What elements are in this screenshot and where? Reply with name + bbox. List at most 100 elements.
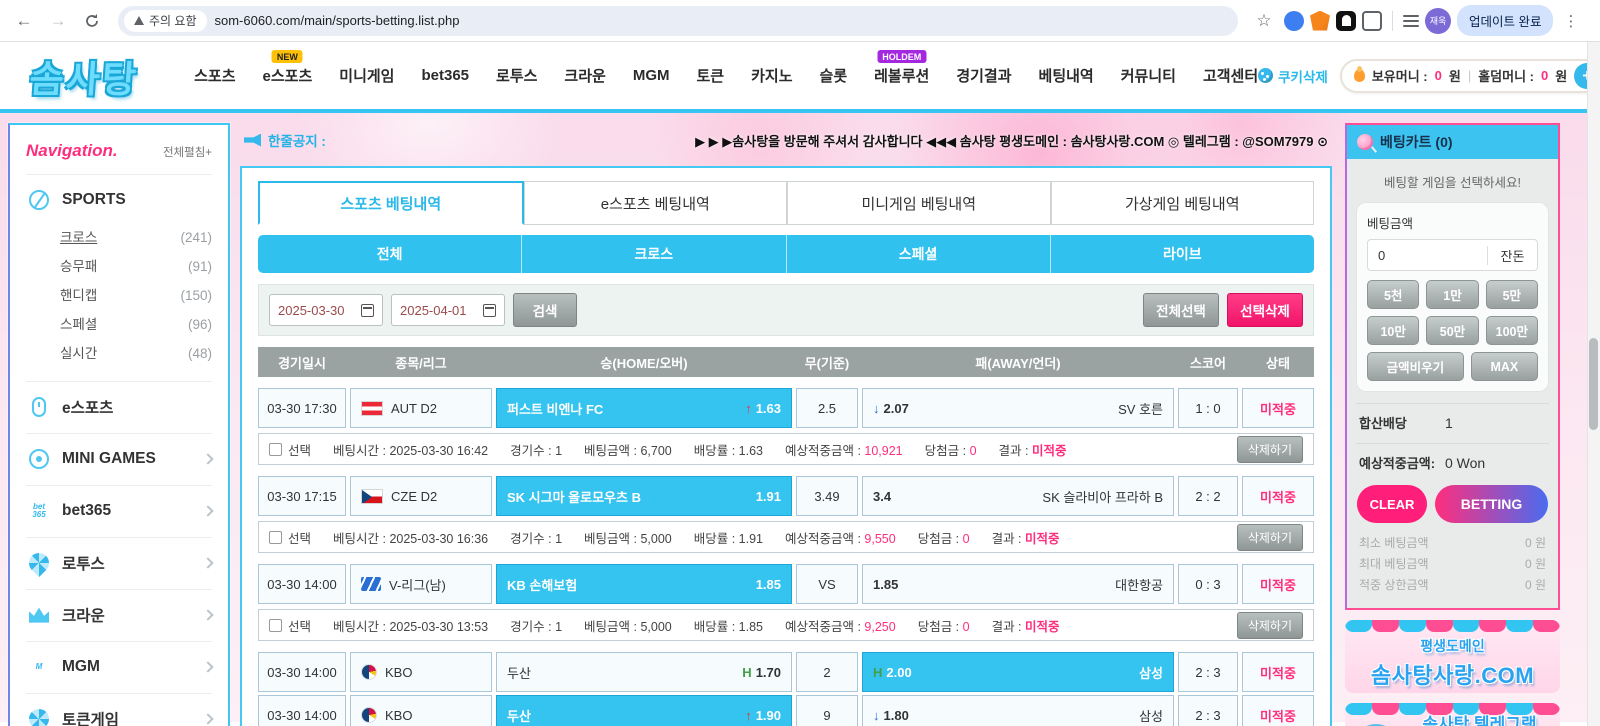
menu-item-e스포츠[interactable]: e스포츠NEW [263,65,313,86]
subtab-크로스[interactable]: 크로스 [521,235,785,273]
subtab-라이브[interactable]: 라이브 [1050,235,1314,273]
delete-bet-button[interactable]: 삭제하기 [1237,436,1303,463]
amount-button-50만[interactable]: 50만 [1426,316,1478,345]
menu-item-스포츠[interactable]: 스포츠 [194,65,235,86]
menu-item-레볼루션[interactable]: 레볼루션HOLDEM [874,65,929,86]
scrollbar-thumb[interactable] [1589,338,1598,430]
betting-button[interactable]: BETTING [1435,485,1548,523]
menu-item-미니게임[interactable]: 미니게임 [339,65,394,86]
away-odds-cell[interactable]: H2.00삼성 [862,652,1174,692]
extensions-puzzle-icon[interactable] [1362,11,1382,31]
bet-amount-input[interactable]: 0 잔돈 [1367,239,1538,271]
home-odds-cell[interactable]: SK 시그마 올로모우츠 B1.91 [496,476,792,516]
amount-button-5만[interactable]: 5만 [1486,280,1538,309]
menu-item-경기결과[interactable]: 경기결과 [956,65,1011,86]
sidebar-subitem-핸디캡[interactable]: 핸디캡(150) [60,281,212,310]
sidebar-subitem-스페셜[interactable]: 스페셜(96) [60,310,212,339]
sidebar-item-MINI GAMES[interactable]: MINI GAMES [26,446,212,472]
away-odds-cell[interactable]: ↓1.80삼성 [862,695,1174,726]
select-checkbox[interactable]: 선택 [269,528,311,547]
sidebar-item-MGM[interactable]: MMGM [26,654,212,680]
tab-가상게임 베팅내역[interactable]: 가상게임 베팅내역 [1051,181,1315,225]
draw-odds-cell[interactable]: 2.5 [796,388,858,428]
browser-menu-icon[interactable]: ⋮ [1559,12,1582,30]
date-to-input[interactable]: 2025-04-01 [391,294,505,326]
sidebar-item-sports[interactable]: SPORTS [26,187,212,213]
calendar-icon[interactable] [361,304,374,317]
sidebar-item-로투스[interactable]: 로투스 [26,550,212,576]
draw-odds-cell[interactable]: VS [796,564,858,604]
home-odds-cell[interactable]: KB 손해보험1.85 [496,564,792,604]
menu-item-MGM[interactable]: MGM [633,67,670,84]
draw-odds-cell[interactable]: 9 [796,695,858,726]
max-amount-button[interactable]: MAX [1471,352,1538,381]
domain-banner[interactable]: 평생도메인 솜사탕사랑.COM [1345,620,1560,693]
away-odds-cell[interactable]: ↓2.07SV 호른 [862,388,1174,428]
delete-bet-button[interactable]: 삭제하기 [1237,524,1303,551]
telegram-banner[interactable]: 솜사탕 텔레그램 ※ 해당 계정 외에는 전부 사칭입니다 ※ 바로가기 CLI… [1345,703,1560,726]
site-logo[interactable]: 솜사탕 [28,49,140,103]
delete-bet-button[interactable]: 삭제하기 [1237,612,1303,639]
draw-odds-cell[interactable]: 2 [796,652,858,692]
amount-button-10만[interactable]: 10만 [1367,316,1419,345]
sidebar-item-크라운[interactable]: 크라운 [26,602,212,628]
sidebar-item-e스포츠[interactable]: e스포츠 [26,394,212,420]
menu-item-bet365[interactable]: bet365 [421,67,469,84]
menu-item-베팅내역[interactable]: 베팅내역 [1039,65,1094,86]
sidebar-subitem-실시간[interactable]: 실시간(48) [60,339,212,368]
extension-icon-2[interactable] [1336,11,1356,31]
tab-미니게임 베팅내역[interactable]: 미니게임 베팅내역 [787,181,1051,225]
metamask-icon[interactable] [1310,11,1330,31]
select-all-button[interactable]: 전체선택 [1143,293,1219,327]
update-complete-button[interactable]: 업데이트 완료 [1457,5,1553,36]
menu-item-로투스[interactable]: 로투스 [496,65,537,86]
cookie-delete-button[interactable]: 쿠키삭제 [1258,66,1328,86]
away-odds-cell[interactable]: 1.85대한항공 [862,564,1174,604]
browser-profile-avatar[interactable]: 재욱 [1425,8,1451,34]
bet-amount-value[interactable]: 0 [1368,248,1487,263]
delete-selected-button[interactable]: 선택삭제 [1227,293,1303,327]
sidebar-subitem-크로스[interactable]: 크로스(241) [60,223,212,252]
sidebar-item-토큰게임[interactable]: 토큰게임 [26,706,212,726]
menu-item-카지노[interactable]: 카지노 [751,65,792,86]
site-security-badge[interactable]: 주의 요함 [124,10,207,32]
reading-list-icon[interactable] [1403,15,1419,27]
tab-스포츠 베팅내역[interactable]: 스포츠 베팅내역 [258,181,524,225]
amount-button-5천[interactable]: 5천 [1367,280,1419,309]
tab-e스포츠 베팅내역[interactable]: e스포츠 베팅내역 [524,181,788,225]
amount-button-100만[interactable]: 100만 [1486,316,1538,345]
change-button[interactable]: 잔돈 [1487,246,1537,265]
draw-odds-cell[interactable]: 3.49 [796,476,858,516]
menu-item-고객센터[interactable]: 고객센터 [1203,65,1258,86]
select-checkbox[interactable]: 선택 [269,440,311,459]
menu-item-크라운[interactable]: 크라운 [564,65,605,86]
date-from-input[interactable]: 2025-03-30 [269,294,383,326]
clear-button[interactable]: CLEAR [1357,485,1427,523]
page-scrollbar[interactable] [1587,42,1600,726]
subtab-전체[interactable]: 전체 [258,235,521,273]
amount-button-1만[interactable]: 1만 [1426,280,1478,309]
home-odds-cell[interactable]: 두산H1.70 [496,652,792,692]
clear-amount-button[interactable]: 금액비우기 [1367,352,1464,381]
address-bar[interactable]: 주의 요함 som-6060.com/main/sports-betting.l… [118,6,1238,36]
menu-item-슬롯[interactable]: 슬롯 [820,65,848,86]
reload-icon[interactable] [78,7,106,35]
sidebar-item-bet365[interactable]: bet 365bet365 [26,498,212,524]
limit-label: 적중 상한금액 [1359,575,1429,596]
select-checkbox[interactable]: 선택 [269,616,311,635]
menu-item-토큰[interactable]: 토큰 [697,65,725,86]
url-text[interactable]: som-6060.com/main/sports-betting.list.ph… [215,13,460,28]
bookmark-star-icon[interactable]: ☆ [1250,7,1278,35]
subtab-스페셜[interactable]: 스페셜 [786,235,1050,273]
calendar-icon[interactable] [483,304,496,317]
expand-all-button[interactable]: 전체펼침+ [163,144,212,160]
forward-icon[interactable]: → [44,7,72,35]
menu-item-커뮤니티[interactable]: 커뮤니티 [1121,65,1176,86]
extension-icon-1[interactable] [1284,11,1304,31]
home-odds-cell[interactable]: 두산↑1.90 [496,695,792,726]
back-icon[interactable]: ← [10,7,38,35]
away-odds-cell[interactable]: 3.4SK 슬라비아 프라하 B [862,476,1174,516]
sidebar-subitem-승무패[interactable]: 승무패(91) [60,252,212,281]
search-button[interactable]: 검색 [513,293,577,327]
home-odds-cell[interactable]: 퍼스트 비엔나 FC↑1.63 [496,388,792,428]
